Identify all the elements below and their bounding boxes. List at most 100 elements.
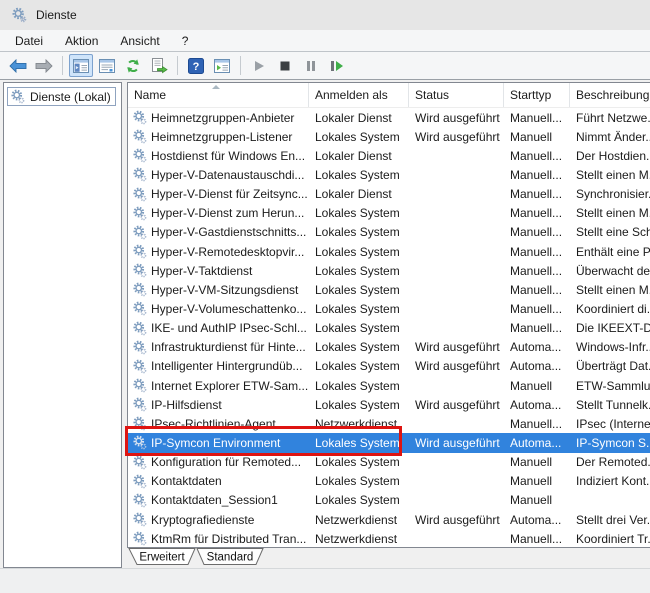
- cell-beschreibung: Synchronisier...: [570, 187, 650, 201]
- table-row[interactable]: Hyper-V-VM-SitzungsdienstLokales SystemM…: [128, 280, 650, 299]
- services-node-icon: [10, 89, 25, 104]
- stop-service-button[interactable]: [273, 54, 297, 77]
- help-icon: ?: [188, 58, 204, 74]
- cell-anmelden-als: Lokaler Dienst: [309, 187, 409, 201]
- cell-status: Wird ausgeführt: [409, 359, 504, 373]
- tab-standard[interactable]: Standard: [197, 549, 263, 565]
- cell-name: Hostdienst für Windows En...: [128, 148, 309, 163]
- tab-standard-label: Standard: [207, 552, 254, 564]
- cell-name: Heimnetzgruppen-Anbieter: [128, 110, 309, 125]
- column-header-starttyp[interactable]: Starttyp: [504, 83, 570, 107]
- table-row[interactable]: Heimnetzgruppen-AnbieterLokaler DienstWi…: [128, 108, 650, 127]
- properties-button[interactable]: [95, 54, 119, 77]
- export-list-button[interactable]: [147, 54, 171, 77]
- table-row[interactable]: KryptografiediensteNetzwerkdienstWird au…: [128, 510, 650, 529]
- cell-starttyp: Manuell...: [504, 321, 570, 335]
- cell-starttyp: Automa...: [504, 513, 570, 527]
- cell-anmelden-als: Lokales System: [309, 302, 409, 316]
- cell-starttyp: Manuell...: [504, 283, 570, 297]
- service-gear-icon: [132, 263, 147, 278]
- cell-status: Wird ausgeführt: [409, 398, 504, 412]
- cell-anmelden-als: Lokales System: [309, 283, 409, 297]
- forward-button[interactable]: [32, 54, 56, 77]
- menu-hilfe[interactable]: ?: [171, 31, 200, 51]
- toolbar-separator: [240, 56, 241, 75]
- status-bar: [0, 568, 650, 593]
- console-tree-icon: [73, 59, 89, 73]
- restart-icon: [330, 60, 344, 72]
- show-action-pane-button[interactable]: [210, 54, 234, 77]
- menu-datei[interactable]: Datei: [4, 31, 54, 51]
- restart-service-button[interactable]: [325, 54, 349, 77]
- column-header-beschreibung[interactable]: Beschreibung: [570, 83, 650, 107]
- cell-starttyp: Manuell...: [504, 264, 570, 278]
- start-service-button[interactable]: [247, 54, 271, 77]
- refresh-button[interactable]: [121, 54, 145, 77]
- table-row[interactable]: Hyper-V-Remotedesktopvir...Lokales Syste…: [128, 242, 650, 261]
- show-console-tree-button[interactable]: [69, 54, 93, 77]
- cell-beschreibung: Überwacht de...: [570, 264, 650, 278]
- cell-name: Internet Explorer ETW-Sam...: [128, 378, 309, 393]
- table-row[interactable]: Hyper-V-Volumeschattenko...Lokales Syste…: [128, 299, 650, 318]
- menu-aktion[interactable]: Aktion: [54, 31, 109, 51]
- cell-anmelden-als: Lokaler Dienst: [309, 149, 409, 163]
- table-row[interactable]: Hyper-V-TaktdienstLokales System Manuell.…: [128, 261, 650, 280]
- table-row[interactable]: Hyper-V-Gastdienstschnitts...Lokales Sys…: [128, 223, 650, 242]
- help-button[interactable]: ?: [184, 54, 208, 77]
- cell-starttyp: Manuell: [504, 379, 570, 393]
- cell-anmelden-als: Netzwerkdienst: [309, 532, 409, 546]
- column-header-status[interactable]: Status: [409, 83, 504, 107]
- tree-item-dienste-lokal[interactable]: Dienste (Lokal): [7, 87, 116, 106]
- tab-erweitert[interactable]: Erweitert: [129, 549, 195, 565]
- table-row[interactable]: KtmRm für Distributed Tran...Netzwerkdie…: [128, 529, 650, 548]
- table-row[interactable]: Kontaktdaten_Session1Lokales SystemManue…: [128, 491, 650, 510]
- table-row[interactable]: Internet Explorer ETW-Sam...Lokales Syst…: [128, 376, 650, 395]
- service-gear-icon: [132, 340, 147, 355]
- services-list-pane: Name Anmelden als Status Starttyp Beschr…: [127, 82, 650, 548]
- cell-status: Wird ausgeführt: [409, 130, 504, 144]
- cell-name: Heimnetzgruppen-Listener: [128, 129, 309, 144]
- cell-beschreibung: Indiziert Kont...: [570, 474, 650, 488]
- sort-ascending-icon: [212, 85, 220, 89]
- table-row[interactable]: Hyper-V-Datenaustauschdi...Lokales Syste…: [128, 165, 650, 184]
- cell-beschreibung: Nimmt Änder...: [570, 130, 650, 144]
- cell-anmelden-als: Lokaler Dienst: [309, 111, 409, 125]
- menu-ansicht[interactable]: Ansicht: [109, 31, 170, 51]
- back-button[interactable]: [6, 54, 30, 77]
- cell-anmelden-als: Lokales System: [309, 474, 409, 488]
- column-header-anmelden-als[interactable]: Anmelden als: [309, 83, 409, 107]
- cell-starttyp: Automa...: [504, 398, 570, 412]
- cell-starttyp: Manuell...: [504, 245, 570, 259]
- cell-anmelden-als: Lokales System: [309, 359, 409, 373]
- cell-beschreibung: Windows-Infr...: [570, 340, 650, 354]
- table-row[interactable]: KontaktdatenLokales SystemManuellIndizie…: [128, 472, 650, 491]
- cell-anmelden-als: Lokales System: [309, 493, 409, 507]
- service-gear-icon: [132, 397, 147, 412]
- pause-icon: [305, 60, 317, 72]
- table-row[interactable]: Hyper-V-Dienst zum Herun...Lokales Syste…: [128, 204, 650, 223]
- cell-anmelden-als: Lokales System: [309, 455, 409, 469]
- cell-beschreibung: ETW-Sammlu...: [570, 379, 650, 393]
- cell-beschreibung: Koordiniert Tr...: [570, 532, 650, 546]
- red-annotation-box: [125, 426, 402, 456]
- table-row[interactable]: Infrastrukturdienst für Hinte...Lokales …: [128, 338, 650, 357]
- cell-beschreibung: Der Remoted...: [570, 455, 650, 469]
- table-row[interactable]: IKE- und AuthIP IPsec-Schl...Lokales Sys…: [128, 319, 650, 338]
- table-row[interactable]: Intelligenter Hintergrundüb...Lokales Sy…: [128, 357, 650, 376]
- cell-name: Hyper-V-Taktdienst: [128, 263, 309, 278]
- cell-starttyp: Manuell: [504, 474, 570, 488]
- table-row[interactable]: Heimnetzgruppen-ListenerLokales SystemWi…: [128, 127, 650, 146]
- cell-starttyp: Manuell...: [504, 149, 570, 163]
- table-row[interactable]: Hyper-V-Dienst für Zeitsync...Lokaler Di…: [128, 185, 650, 204]
- list-header: Name Anmelden als Status Starttyp Beschr…: [128, 83, 650, 108]
- table-row[interactable]: Hostdienst für Windows En...Lokaler Dien…: [128, 146, 650, 165]
- toolbar-separator: [177, 56, 178, 75]
- pause-service-button[interactable]: [299, 54, 323, 77]
- cell-beschreibung: Stellt drei Ver...: [570, 513, 650, 527]
- service-gear-icon: [132, 321, 147, 336]
- cell-anmelden-als: Netzwerkdienst: [309, 513, 409, 527]
- table-row[interactable]: IP-HilfsdienstLokales SystemWird ausgefü…: [128, 395, 650, 414]
- back-arrow-icon: [9, 59, 27, 73]
- cell-anmelden-als: Lokales System: [309, 264, 409, 278]
- view-tabs: Erweitert Standard: [127, 548, 650, 568]
